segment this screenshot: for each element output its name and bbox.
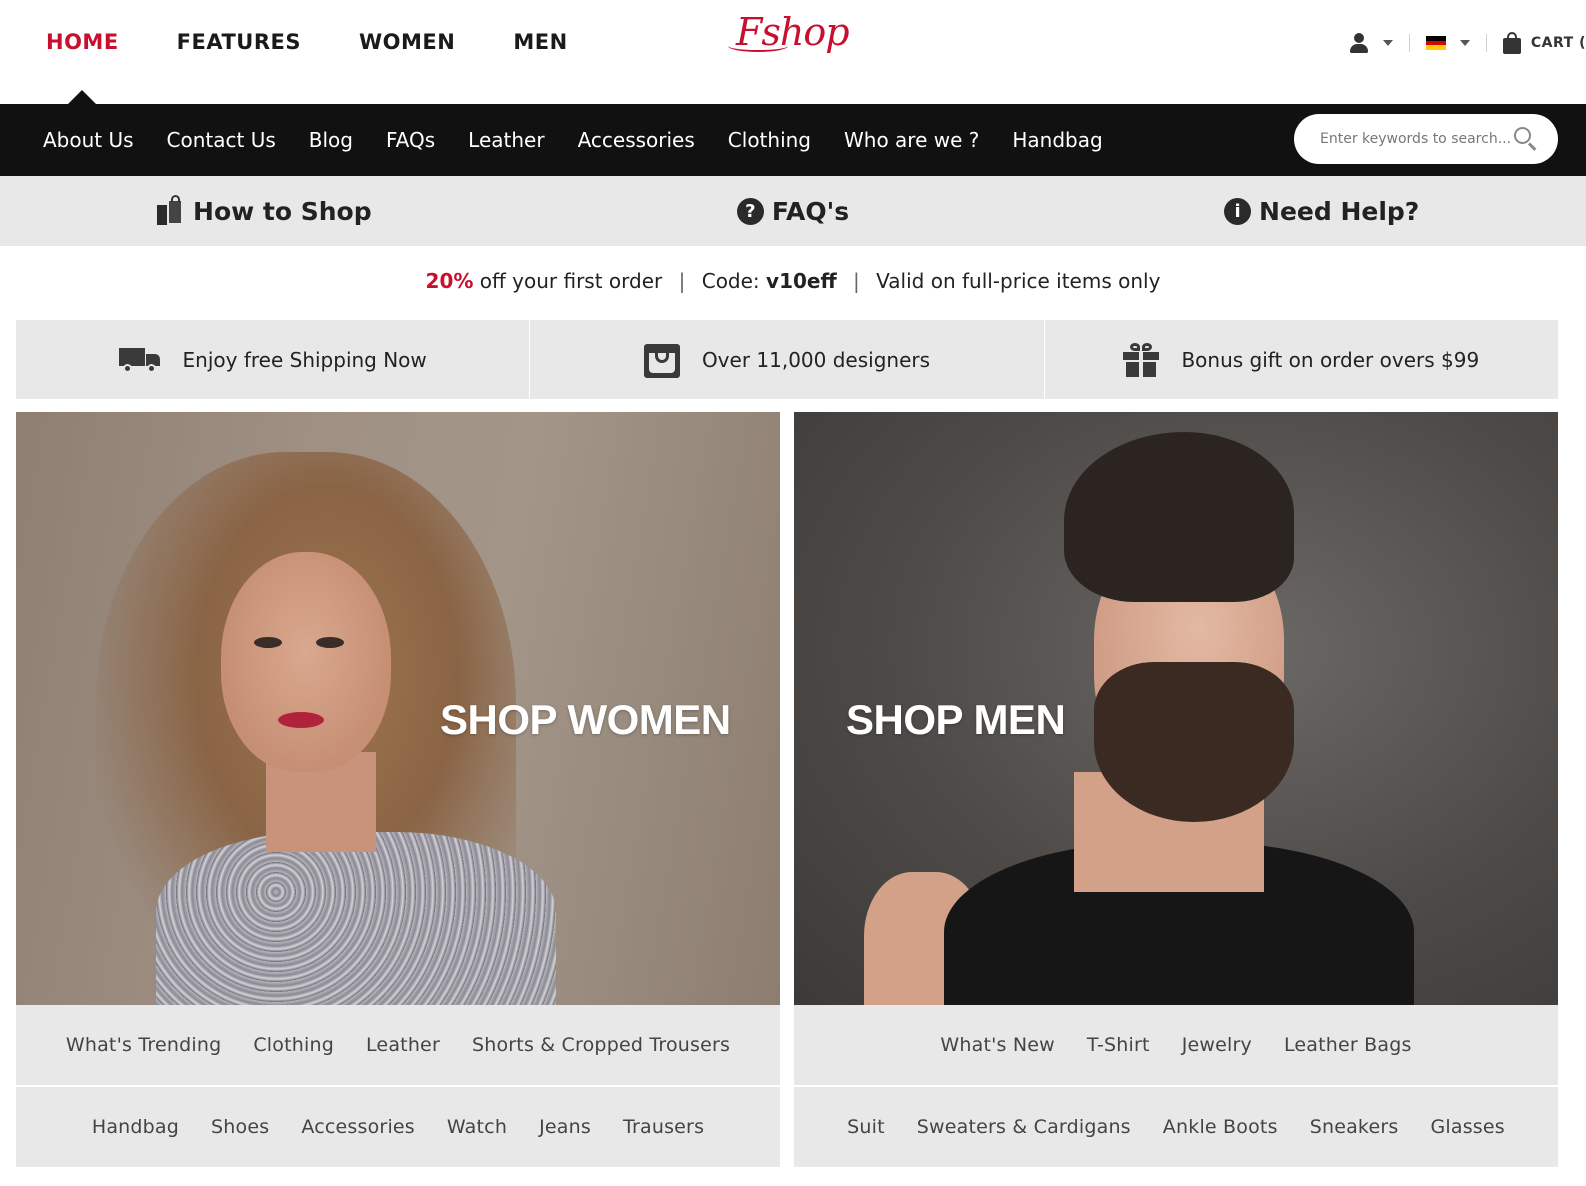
women-links-row-2: Handbag Shoes Accessories Watch Jeans Tr… bbox=[16, 1087, 780, 1167]
divider: | bbox=[678, 269, 686, 293]
cart-button[interactable]: CART ( bbox=[1502, 28, 1586, 58]
chevron-down-icon bbox=[1382, 40, 1393, 46]
category-link-handbag[interactable]: Handbag bbox=[1012, 128, 1102, 152]
category-link-faqs[interactable]: FAQs bbox=[386, 128, 435, 152]
help-how-to-shop[interactable]: How to Shop bbox=[0, 176, 529, 246]
feature-bonus-gift: Bonus gift on order overs $99 bbox=[1045, 320, 1558, 399]
men-link-glasses[interactable]: Glasses bbox=[1430, 1116, 1504, 1138]
men-link-t-shirt[interactable]: T-Shirt bbox=[1087, 1034, 1150, 1056]
men-links-row-2: Suit Sweaters & Cardigans Ankle Boots Sn… bbox=[794, 1087, 1558, 1167]
promo-code: v10eff bbox=[766, 269, 837, 293]
men-link-sneakers[interactable]: Sneakers bbox=[1310, 1116, 1399, 1138]
men-link-leather-bags[interactable]: Leather Bags bbox=[1284, 1034, 1412, 1056]
question-circle-icon: ? bbox=[736, 197, 764, 225]
nav-women[interactable]: WOMEN bbox=[359, 28, 455, 56]
help-bar: How to Shop ? FAQ's i Need Help? bbox=[0, 176, 1586, 246]
category-link-contact-us[interactable]: Contact Us bbox=[167, 128, 276, 152]
chevron-down-icon bbox=[1459, 40, 1470, 46]
women-link-leather[interactable]: Leather bbox=[366, 1034, 440, 1056]
men-link-ankle-boots[interactable]: Ankle Boots bbox=[1163, 1116, 1278, 1138]
search-box bbox=[1294, 114, 1558, 164]
truck-icon bbox=[118, 346, 161, 374]
promo-code-label: Code: bbox=[701, 269, 760, 293]
store-icon bbox=[643, 342, 680, 378]
nav-features[interactable]: FEATURES bbox=[177, 28, 301, 56]
women-link-shorts[interactable]: Shorts & Cropped Trousers bbox=[472, 1034, 730, 1056]
help-need-help[interactable]: i Need Help? bbox=[1057, 176, 1586, 246]
shop-men-banner[interactable]: SHOP MEN bbox=[794, 412, 1558, 1005]
help-label: Need Help? bbox=[1259, 196, 1420, 226]
women-link-trausers[interactable]: Trausers bbox=[623, 1116, 704, 1138]
feature-label: Bonus gift on order overs $99 bbox=[1181, 347, 1480, 372]
site-logo[interactable]: Fshop bbox=[728, 10, 850, 54]
promo-percent: 20% bbox=[425, 269, 474, 293]
category-link-clothing[interactable]: Clothing bbox=[728, 128, 811, 152]
men-link-suit[interactable]: Suit bbox=[847, 1116, 885, 1138]
logo-flourish bbox=[728, 40, 788, 52]
help-label: How to Shop bbox=[193, 196, 372, 226]
header-tools: CART ( bbox=[1349, 28, 1586, 58]
feature-free-shipping: Enjoy free Shipping Now bbox=[16, 320, 531, 399]
feature-designers: Over 11,000 designers bbox=[530, 320, 1045, 399]
women-link-clothing[interactable]: Clothing bbox=[253, 1034, 334, 1056]
shopping-bags-icon bbox=[157, 195, 185, 227]
nav-men[interactable]: MEN bbox=[513, 28, 567, 56]
cart-label: CART ( bbox=[1530, 35, 1586, 51]
women-link-whats-trending[interactable]: What's Trending bbox=[66, 1034, 221, 1056]
language-selector[interactable] bbox=[1425, 28, 1470, 58]
feature-label: Over 11,000 designers bbox=[701, 347, 931, 372]
active-nav-indicator bbox=[68, 90, 96, 104]
women-link-watch[interactable]: Watch bbox=[447, 1116, 507, 1138]
top-header: HOME FEATURES WOMEN MEN Fshop CART ( bbox=[0, 0, 1586, 104]
category-link-accessories[interactable]: Accessories bbox=[578, 128, 695, 152]
men-links-row-1: What's New T-Shirt Jewelry Leather Bags bbox=[794, 1005, 1558, 1085]
flag-icon bbox=[1425, 36, 1446, 51]
shop-men-title: SHOP MEN bbox=[846, 696, 1066, 743]
promo-banner: 20% off your first order | Code: v10eff … bbox=[0, 266, 1586, 296]
user-icon bbox=[1349, 32, 1369, 54]
category-link-who-are-we[interactable]: Who are we ? bbox=[844, 128, 979, 152]
features-strip: Enjoy free Shipping Now Over 11,000 desi… bbox=[16, 320, 1558, 399]
women-link-accessories[interactable]: Accessories bbox=[301, 1116, 415, 1138]
divider bbox=[1485, 34, 1487, 52]
promo-text: off your first order bbox=[479, 269, 663, 293]
category-link-blog[interactable]: Blog bbox=[309, 128, 353, 152]
women-link-handbag[interactable]: Handbag bbox=[92, 1116, 179, 1138]
men-link-jewelry[interactable]: Jewelry bbox=[1182, 1034, 1252, 1056]
divider bbox=[1408, 34, 1410, 52]
promo-validity: Valid on full-price items only bbox=[876, 269, 1161, 293]
help-faqs[interactable]: ? FAQ's bbox=[529, 176, 1058, 246]
search-icon[interactable] bbox=[1514, 127, 1538, 151]
shop-women-title: SHOP WOMEN bbox=[440, 696, 731, 743]
divider: | bbox=[853, 269, 860, 293]
category-links: About Us Contact Us Blog FAQs Leather Ac… bbox=[43, 104, 1136, 176]
help-label: FAQ's bbox=[771, 196, 850, 226]
category-link-about-us[interactable]: About Us bbox=[43, 128, 134, 152]
women-link-shoes[interactable]: Shoes bbox=[211, 1116, 269, 1138]
men-link-sweaters[interactable]: Sweaters & Cardigans bbox=[917, 1116, 1131, 1138]
women-links-row-1: What's Trending Clothing Leather Shorts … bbox=[16, 1005, 780, 1085]
category-link-leather[interactable]: Leather bbox=[468, 128, 544, 152]
account-menu[interactable] bbox=[1349, 28, 1393, 58]
men-link-whats-new[interactable]: What's New bbox=[940, 1034, 1055, 1056]
shopping-bag-icon bbox=[1502, 32, 1521, 54]
women-link-jeans[interactable]: Jeans bbox=[539, 1116, 591, 1138]
feature-label: Enjoy free Shipping Now bbox=[182, 347, 427, 372]
search-input[interactable] bbox=[1320, 131, 1510, 147]
nav-home[interactable]: HOME bbox=[46, 28, 119, 56]
shop-women-banner[interactable]: SHOP WOMEN bbox=[16, 412, 780, 1005]
gift-icon bbox=[1123, 342, 1160, 377]
info-circle-icon: i bbox=[1224, 197, 1252, 225]
main-nav: HOME FEATURES WOMEN MEN bbox=[46, 28, 626, 56]
